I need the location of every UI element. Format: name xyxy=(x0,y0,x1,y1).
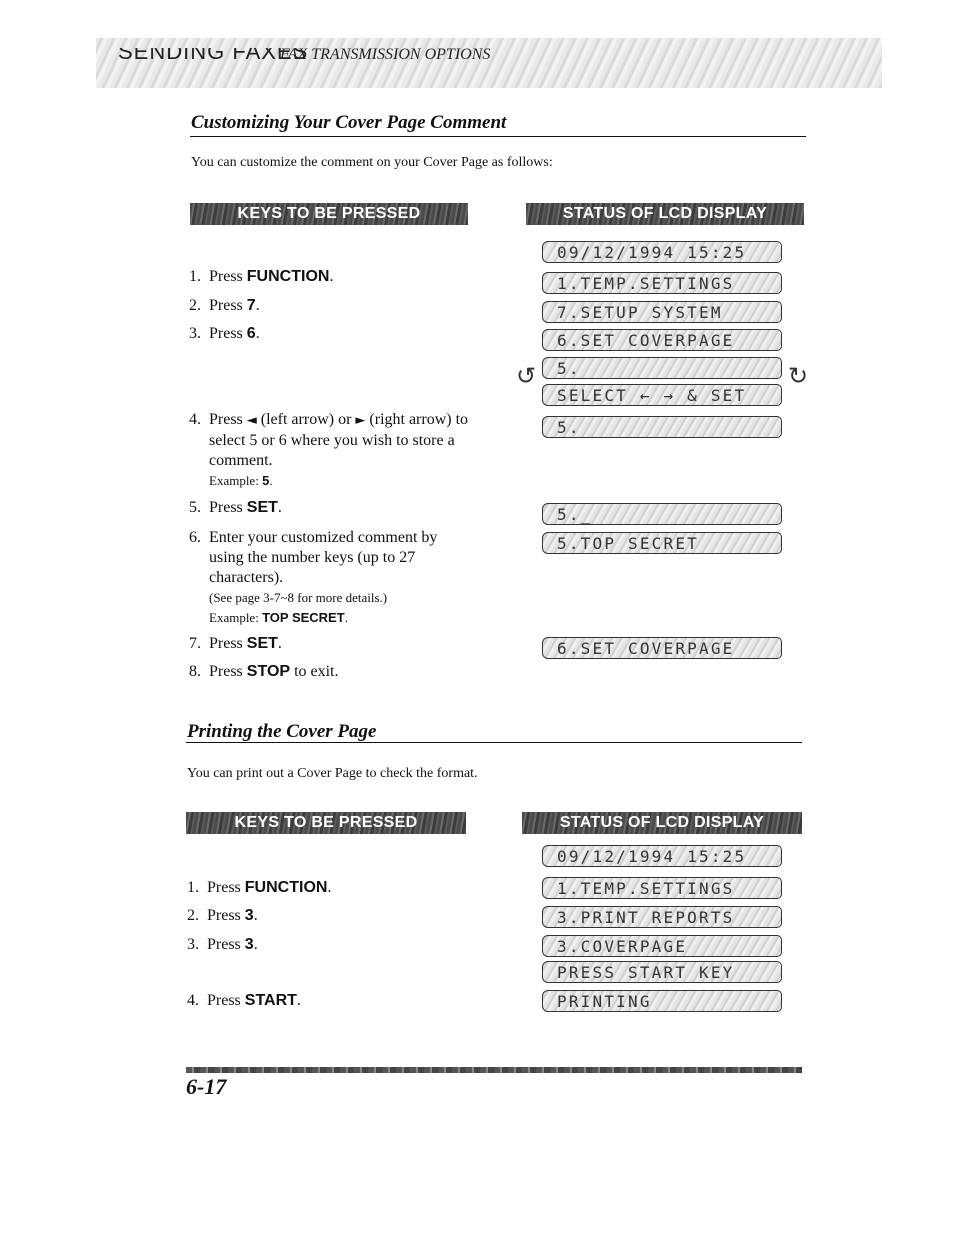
page-number: 6-17 xyxy=(186,1074,227,1099)
step-4: 4. Press ◄ (left arrow) or ► (right arrow… xyxy=(189,411,469,488)
step-4: 4. Press START. xyxy=(187,992,301,1009)
key-stop: STOP xyxy=(246,663,291,680)
step-7: 7. Press SET. xyxy=(189,635,282,652)
step-1: 1. Press FUNCTION. xyxy=(189,268,334,285)
key-3: 3 xyxy=(244,936,254,953)
step-2: 2. Press 7. xyxy=(189,297,260,314)
key-set: SET xyxy=(246,635,278,652)
step-3: 3. Press 6. xyxy=(189,325,260,342)
step-6: 6. Enter your customized comment by using… xyxy=(189,529,438,625)
lcd-display: 5. xyxy=(542,357,782,379)
lcd-display: 1.TEMP.SETTINGS xyxy=(542,272,782,294)
section-rule xyxy=(190,136,806,137)
section-title-printing: Printing the Cover Page xyxy=(187,721,377,742)
lcd-display: 6.SET COVERPAGE xyxy=(542,637,782,659)
lcd-display: 09/12/1994 15:25 xyxy=(542,241,782,263)
lcd-display: SELECT ← → & SET xyxy=(542,384,782,406)
lcd-display: 7.SETUP SYSTEM xyxy=(542,301,782,323)
key-function: FUNCTION xyxy=(244,879,328,896)
lcd-display: 3.COVERPAGE xyxy=(542,935,782,957)
lcd-banner: STATUS OF LCD DISPLAY xyxy=(522,812,802,834)
keys-banner: KEYS TO BE PRESSED xyxy=(186,812,466,834)
section-title-customizing: Customizing Your Cover Page Comment xyxy=(191,112,507,133)
lcd-display: 6.SET COVERPAGE xyxy=(542,329,782,351)
keys-banner: KEYS TO BE PRESSED xyxy=(190,203,468,225)
right-arrow-icon: ► xyxy=(355,413,366,428)
lcd-display: 1.TEMP.SETTINGS xyxy=(542,877,782,899)
key-3: 3 xyxy=(244,907,254,924)
footer-rule xyxy=(186,1067,802,1073)
lcd-display: 09/12/1994 15:25 xyxy=(542,845,782,867)
loop-left-arrow-icon: ↺ xyxy=(516,362,537,390)
lcd-display: PRINTING xyxy=(542,990,782,1012)
left-arrow-icon: ◄ xyxy=(246,413,257,428)
section-header: FAX TRANSMISSION OPTIONS xyxy=(280,46,491,63)
step-3: 3. Press 3. xyxy=(187,936,258,953)
step-2: 2. Press 3. xyxy=(187,907,258,924)
loop-right-arrow-icon: ↻ xyxy=(788,362,809,390)
key-start: START xyxy=(244,992,297,1009)
key-set: SET xyxy=(246,499,278,516)
lcd-banner: STATUS OF LCD DISPLAY xyxy=(526,203,804,225)
step-5: 5. Press SET. xyxy=(189,499,282,516)
key-7: 7 xyxy=(246,297,256,314)
key-6: 6 xyxy=(246,325,256,342)
lcd-display: PRESS START KEY xyxy=(542,961,782,983)
lcd-display: 5.TOP SECRET xyxy=(542,532,782,554)
section-intro: You can print out a Cover Page to check … xyxy=(187,766,478,781)
section-rule xyxy=(186,742,802,743)
key-function: FUNCTION xyxy=(246,268,330,285)
step-1: 1. Press FUNCTION. xyxy=(187,879,332,896)
lcd-display: 3.PRINT REPORTS xyxy=(542,906,782,928)
lcd-display: 5._ xyxy=(542,503,782,525)
lcd-display: 5. xyxy=(542,416,782,438)
step-8: 8. Press STOP to exit. xyxy=(189,663,339,680)
section-intro: You can customize the comment on your Co… xyxy=(191,155,553,170)
